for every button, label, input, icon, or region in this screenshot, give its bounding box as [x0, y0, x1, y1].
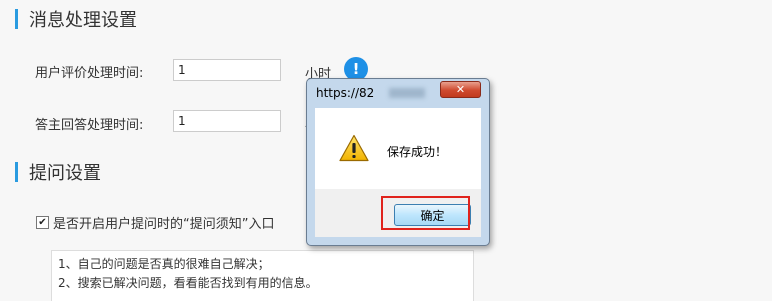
dialog-body: 保存成功！ [315, 108, 481, 189]
notice-checkbox-label: 是否开启用户提问时的“提问须知”入口 [53, 217, 275, 232]
notice-textarea[interactable]: 1、自己的问题是否真的很难自己解决； 2、搜索已解决问题，看看能否找到有用的信息… [51, 250, 474, 301]
dialog-close-button[interactable]: ✕ [440, 81, 481, 98]
check-mark-icon: ✔ [38, 217, 47, 228]
review-time-label: 用户评价处理时间: [35, 66, 144, 81]
dialog-title-redaction [389, 88, 425, 98]
notice-line: 2、搜索已解决问题，看看能否找到有用的信息。 [58, 276, 318, 290]
answer-time-input[interactable] [173, 110, 281, 132]
notice-checkbox[interactable]: ✔ [36, 216, 49, 229]
heading-accent-bar [15, 162, 18, 182]
heading-accent-bar [15, 9, 18, 29]
dialog-titlebar[interactable]: https://82 ✕ [307, 79, 489, 107]
warning-triangle-icon [339, 134, 369, 162]
dialog-message: 保存成功！ [387, 145, 448, 159]
question-settings-title: 提问设置 [29, 163, 101, 184]
notice-line: 1、自己的问题是否真的很难自己解决； [58, 257, 270, 271]
message-settings-heading: 消息处理设置 [15, 7, 137, 31]
settings-page: 消息处理设置 用户评价处理时间: 小时 ! 答主回答处理时间: 小时 提问设置 … [0, 0, 772, 301]
message-settings-title: 消息处理设置 [29, 10, 137, 31]
review-time-input[interactable] [173, 59, 281, 81]
ok-button-highlight [381, 196, 470, 230]
answer-time-label: 答主回答处理时间: [35, 118, 144, 133]
question-settings-heading: 提问设置 [15, 160, 101, 184]
